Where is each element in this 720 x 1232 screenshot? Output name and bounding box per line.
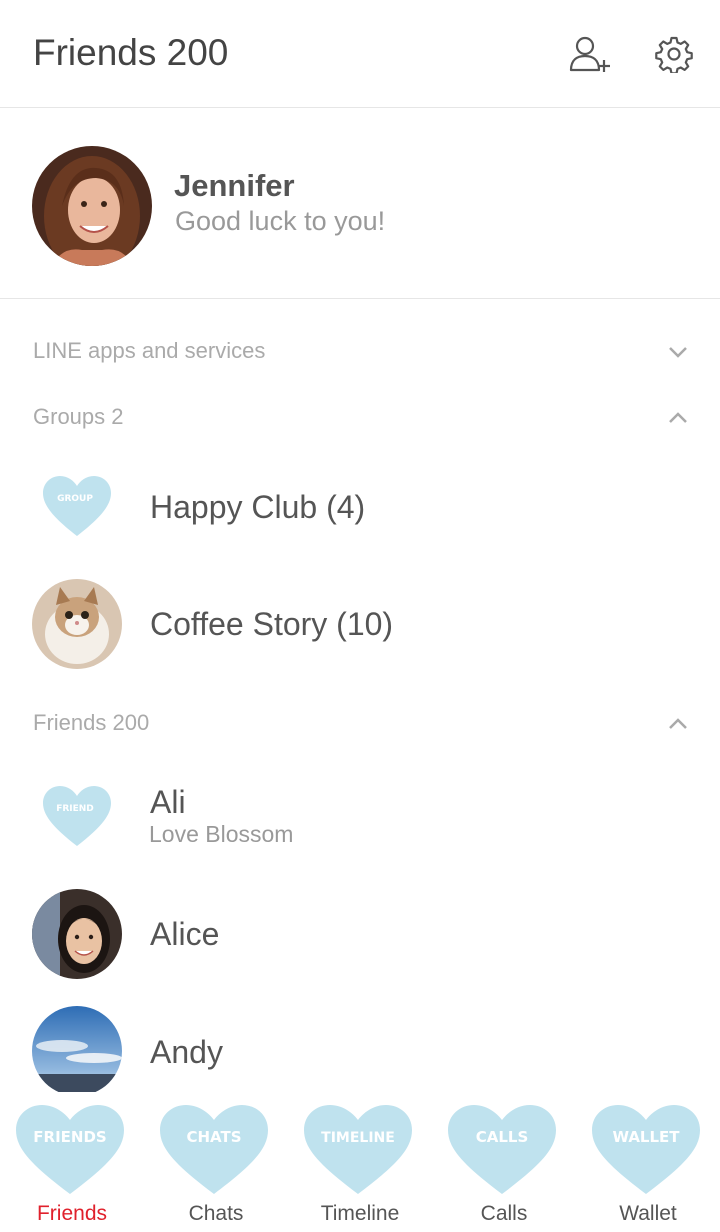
heart-icon: FRIENDS	[16, 1105, 124, 1194]
tab-timeline[interactable]: TIMELINE Timeline	[288, 1092, 432, 1232]
page-title: Friends 200	[33, 32, 229, 73]
svg-text:CHATS: CHATS	[186, 1128, 241, 1146]
group-avatar[interactable]	[32, 579, 122, 669]
group-name[interactable]: Coffee Story (10)	[150, 606, 393, 643]
friend-avatar[interactable]	[32, 1006, 122, 1096]
friend-heart-icon: FRIEND	[32, 772, 122, 862]
group-heart-icon: GROUP	[32, 462, 122, 552]
section-line-apps[interactable]: LINE apps and services	[33, 338, 265, 364]
chevron-up-icon[interactable]	[664, 404, 692, 432]
tab-label: Wallet	[619, 1202, 677, 1225]
profile-status: Good luck to you!	[175, 206, 386, 236]
chevron-down-icon[interactable]	[664, 338, 692, 366]
section-groups[interactable]: Groups 2	[33, 404, 124, 430]
group-name[interactable]: Happy Club (4)	[150, 489, 365, 526]
heart-icon: TIMELINE	[304, 1105, 412, 1194]
profile-name: Jennifer	[174, 168, 295, 203]
chevron-up-icon[interactable]	[664, 710, 692, 738]
heart-icon: CALLS	[448, 1105, 556, 1194]
add-friend-icon	[569, 36, 610, 72]
tab-wallet[interactable]: WALLET Wallet	[576, 1092, 720, 1232]
friend-name[interactable]: Ali	[150, 784, 186, 821]
tab-label: Calls	[480, 1202, 528, 1225]
avatar[interactable]	[32, 146, 152, 266]
friend-name[interactable]: Andy	[150, 1034, 223, 1071]
heart-icon: CHATS	[160, 1105, 268, 1194]
friend-name[interactable]: Alice	[150, 916, 219, 953]
settings-button[interactable]	[646, 26, 702, 82]
heart-icon: WALLET	[592, 1105, 700, 1194]
tab-friends[interactable]: FRIENDS Friends	[0, 1092, 144, 1232]
friend-badge-text: FRIEND	[56, 804, 94, 814]
tab-label: Timeline	[320, 1202, 400, 1225]
group-badge-text: GROUP	[57, 494, 93, 504]
gear-icon	[655, 36, 693, 73]
friend-status: Love Blossom	[149, 821, 294, 847]
tab-label: Friends	[36, 1202, 108, 1225]
tab-chats[interactable]: CHATS Chats	[144, 1092, 288, 1232]
svg-text:FRIENDS: FRIENDS	[33, 1128, 106, 1146]
add-friend-button[interactable]	[562, 26, 618, 82]
section-friends[interactable]: Friends 200	[33, 710, 149, 736]
svg-text:TIMELINE: TIMELINE	[321, 1130, 395, 1146]
tab-label: Chats	[188, 1202, 244, 1225]
friend-avatar[interactable]	[32, 889, 122, 979]
svg-text:WALLET: WALLET	[612, 1128, 680, 1146]
tab-calls[interactable]: CALLS Calls	[432, 1092, 576, 1232]
svg-text:CALLS: CALLS	[476, 1128, 529, 1146]
